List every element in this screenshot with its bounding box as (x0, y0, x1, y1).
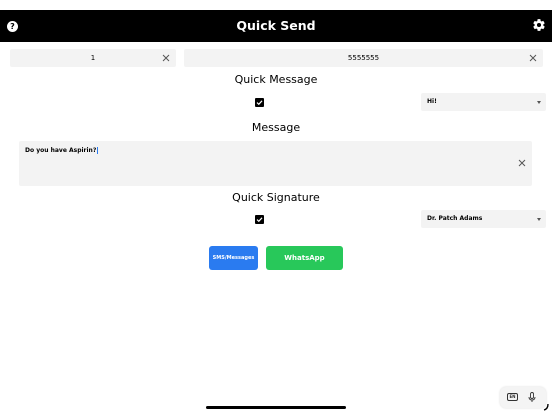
resize-corner-icon (543, 403, 549, 411)
message-text-value: Do you have Aspirin? (25, 147, 97, 154)
phone-number-field[interactable]: 5555555 (184, 49, 543, 67)
gear-icon (533, 19, 545, 31)
home-indicator (206, 406, 346, 409)
country-code-value: 1 (90, 54, 96, 62)
keyboard-language-button[interactable]: EN (507, 393, 518, 401)
quick-signature-checkbox[interactable] (255, 215, 264, 224)
quick-message-selected: Hi! (427, 98, 437, 105)
chevron-down-icon (537, 101, 541, 104)
keyboard-accessory: EN (500, 387, 546, 408)
message-heading: Message (251, 121, 301, 134)
sms-messages-button[interactable]: SMS/Messages (209, 246, 258, 270)
close-icon (518, 159, 526, 167)
whatsapp-button[interactable]: WhatsApp (266, 246, 343, 270)
clear-country-code-button[interactable] (161, 53, 171, 63)
quick-message-heading: Quick Message (234, 73, 318, 86)
page-title: Quick Send (236, 18, 316, 33)
microphone-icon (528, 392, 536, 402)
quick-message-select[interactable]: Hi! (421, 93, 546, 111)
clear-phone-number-button[interactable] (528, 53, 538, 63)
text-cursor (97, 147, 99, 154)
message-textarea[interactable]: Do you have Aspirin? (19, 141, 532, 186)
dictation-button[interactable] (527, 392, 537, 403)
checkmark-icon (256, 100, 263, 106)
country-code-field[interactable]: 1 (10, 49, 176, 67)
message-text: Do you have Aspirin? (25, 147, 99, 154)
nav-bar: ? Quick Send (0, 10, 552, 42)
status-bar (0, 0, 552, 10)
phone-number-value: 5555555 (347, 54, 380, 62)
quick-signature-selected: Dr. Patch Adams (427, 215, 483, 222)
close-icon (162, 54, 170, 62)
quick-signature-heading: Quick Signature (232, 191, 320, 204)
chevron-down-icon (537, 218, 541, 221)
settings-button[interactable] (532, 18, 546, 32)
close-icon (529, 54, 537, 62)
clear-message-button[interactable] (517, 158, 527, 168)
quick-signature-select[interactable]: Dr. Patch Adams (421, 210, 546, 228)
quick-message-checkbox[interactable] (255, 98, 264, 107)
checkmark-icon (256, 217, 263, 223)
